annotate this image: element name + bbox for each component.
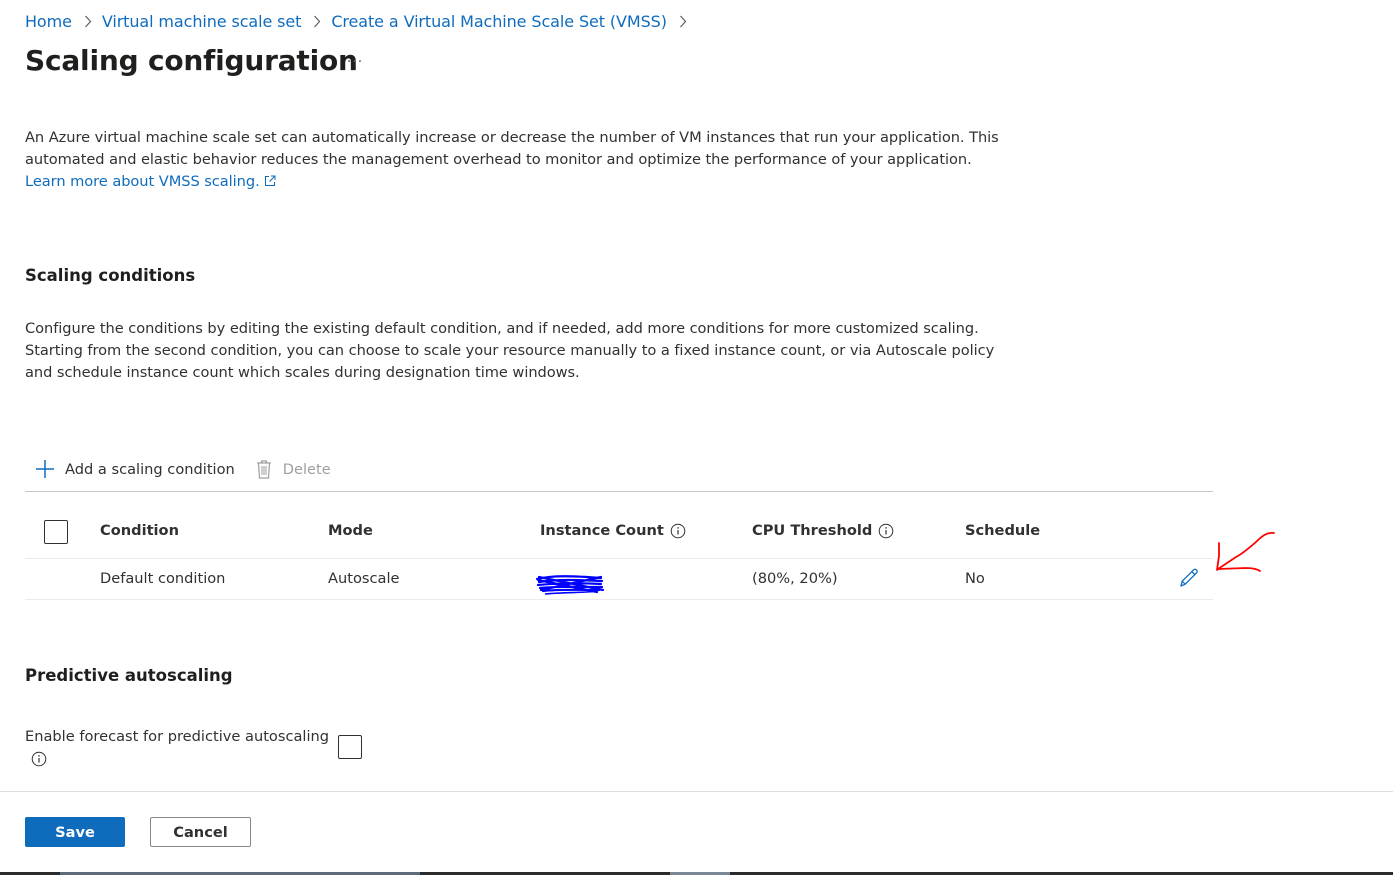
info-icon[interactable] (670, 523, 686, 539)
chevron-right-icon (307, 13, 327, 29)
cpu-threshold-cell: (80%, 20%) (752, 570, 838, 587)
info-icon[interactable] (878, 523, 894, 539)
chevron-right-icon (78, 13, 98, 29)
scaling-conditions-title: Scaling conditions (25, 266, 196, 285)
add-scaling-condition-button[interactable]: Add a scaling condition (25, 452, 245, 486)
forecast-checkbox[interactable] (338, 735, 362, 759)
intro-text: An Azure virtual machine scale set can a… (25, 129, 999, 168)
column-header-mode[interactable]: Mode (328, 522, 373, 539)
redacted-instance-count (535, 566, 607, 602)
more-options-button[interactable]: ··· (340, 52, 370, 72)
page-title: Scaling configuration (25, 44, 358, 77)
default-condition-link[interactable]: Default condition (100, 570, 225, 587)
row-divider (25, 599, 1213, 600)
column-header-schedule[interactable]: Schedule (965, 522, 1040, 539)
annotation-arrow-icon (1212, 528, 1278, 582)
add-icon (35, 459, 55, 479)
schedule-cell: No (965, 570, 985, 587)
breadcrumb-create-vmss[interactable]: Create a Virtual Machine Scale Set (VMSS… (331, 12, 667, 31)
cancel-button[interactable]: Cancel (150, 817, 251, 847)
save-button[interactable]: Save (25, 817, 125, 847)
row-divider (25, 558, 1213, 559)
external-link-icon (264, 172, 276, 194)
breadcrumb-home[interactable]: Home (25, 12, 72, 31)
predictive-autoscaling-title: Predictive autoscaling (25, 666, 233, 685)
info-icon[interactable] (31, 751, 47, 767)
table-divider (25, 491, 1213, 492)
pencil-icon (1178, 567, 1200, 593)
column-header-cpu-threshold[interactable]: CPU Threshold (752, 522, 894, 539)
learn-more-link[interactable]: Learn more about VMSS scaling. (25, 173, 276, 190)
intro-description: An Azure virtual machine scale set can a… (25, 127, 1015, 194)
breadcrumb: Home Virtual machine scale set Create a … (25, 9, 697, 33)
edit-condition-button[interactable] (1175, 566, 1203, 594)
conditions-toolbar: Add a scaling condition Delete (25, 452, 341, 486)
forecast-label: Enable forecast for predictive autoscali… (25, 728, 330, 745)
select-all-checkbox[interactable] (44, 520, 68, 544)
delete-button[interactable]: Delete (245, 452, 341, 486)
chevron-right-icon (673, 13, 693, 29)
footer-divider (0, 791, 1393, 792)
column-header-instance-count[interactable]: Instance Count (540, 522, 686, 539)
scaling-conditions-description: Configure the conditions by editing the … (25, 320, 995, 381)
mode-cell: Autoscale (328, 570, 400, 587)
breadcrumb-vmss[interactable]: Virtual machine scale set (102, 12, 302, 31)
column-header-condition[interactable]: Condition (100, 522, 179, 539)
table-header-row: Condition Mode Instance Count CPU Thresh… (25, 510, 1213, 558)
table-row: Default condition Autoscale (80%, 20%) N… (25, 560, 1213, 598)
trash-icon (255, 459, 273, 479)
